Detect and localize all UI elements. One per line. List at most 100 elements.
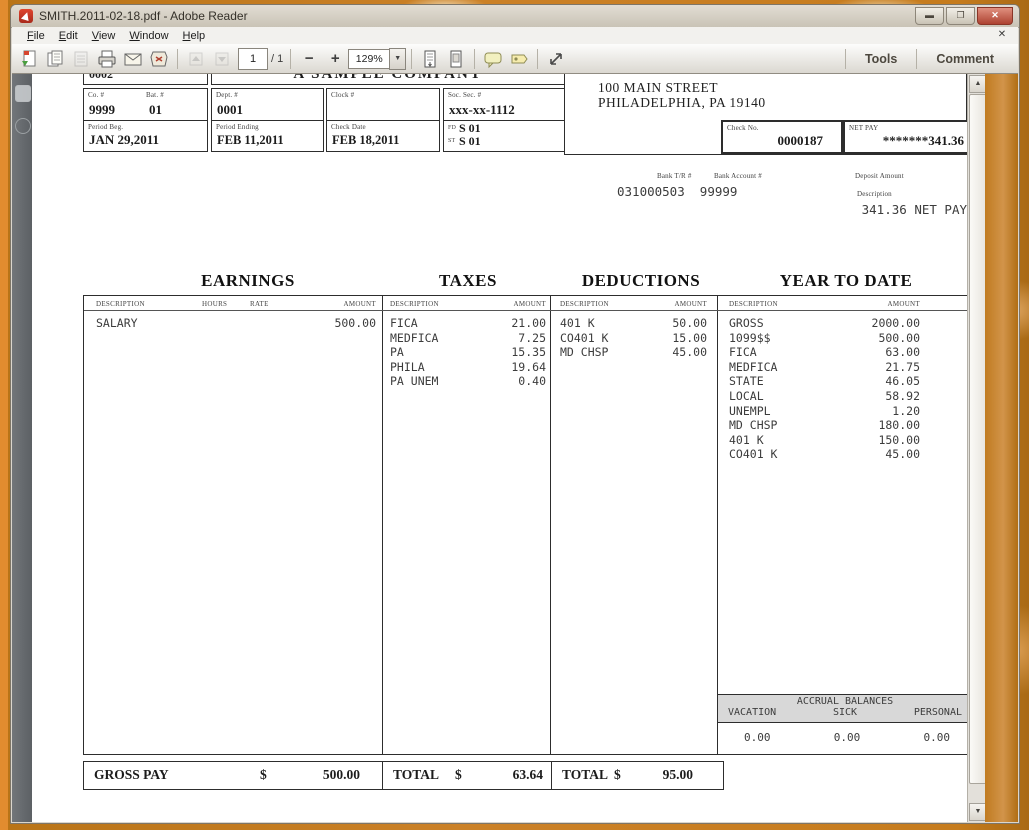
ytd-rows: GROSS2000.00 1099$$500.00 FICA63.00 MEDF… <box>729 316 920 462</box>
close-icon[interactable]: ✕ <box>977 7 1013 25</box>
table-row: CO401 K45.00 <box>729 447 920 462</box>
accrual-col-sick: SICK <box>833 707 857 718</box>
gross-pay-total: GROSS PAY $ 500.00 <box>84 762 382 789</box>
print-icon[interactable] <box>95 47 119 71</box>
earnings-hours-header: HOURS <box>202 300 227 308</box>
table-row: MD CHSP45.00 <box>560 345 707 360</box>
zoom-level-value[interactable]: 129% <box>348 49 389 69</box>
bank-account-value: 99999 <box>700 184 738 199</box>
ytd-desc-header: DESCRIPTION <box>729 300 778 308</box>
deductions-total-value: 95.00 <box>663 767 693 783</box>
filing-status-box: FD S 01 ST S 01 <box>443 120 566 152</box>
accrual-title: ACCRUAL BALANCES <box>718 695 967 707</box>
menu-bar: File Edit View Window Help ✕ <box>12 27 1018 45</box>
page-scrolling-icon[interactable] <box>418 47 442 71</box>
save-copy-icon[interactable] <box>69 47 93 71</box>
taxes-total-value: 63.64 <box>513 767 543 783</box>
email-icon[interactable] <box>121 47 145 71</box>
ssn-box: Soc. Sec. # xxx-xx-1112 <box>443 88 566 122</box>
single-page-icon[interactable] <box>444 47 468 71</box>
deductions-rows: 401 K50.00 CO401 K15.00 MD CHSP45.00 <box>560 316 707 360</box>
accrual-balances: ACCRUAL BALANCES VACATION SICK PERSONAL … <box>718 694 967 755</box>
comment-button[interactable]: Comment <box>922 49 1008 69</box>
share-icon[interactable] <box>544 47 568 71</box>
table-row: FICA63.00 <box>729 345 920 360</box>
close-document-icon[interactable]: ✕ <box>995 29 1009 40</box>
zoom-in-icon[interactable]: + <box>323 47 347 71</box>
taxes-title: TAXES <box>368 271 568 291</box>
description-label: Description <box>857 190 892 198</box>
highlight-text-icon[interactable] <box>507 47 531 71</box>
period-begin-label: Period Beg. <box>88 123 123 131</box>
zoom-out-icon[interactable]: − <box>297 47 321 71</box>
taxes-desc-header: DESCRIPTION <box>390 300 439 308</box>
address-line-1: 100 MAIN STREET <box>598 80 718 96</box>
tools-button[interactable]: Tools <box>851 49 911 69</box>
minimize-icon[interactable]: ▬ <box>915 7 944 25</box>
toolbar: / 1 − + 129% ▼ Tools Comment <box>12 44 1018 74</box>
navigation-pane <box>12 74 32 822</box>
stub-company-name: A SAMPLE COMPANY <box>293 74 482 82</box>
table-row: GROSS2000.00 <box>729 316 920 331</box>
save-icon[interactable] <box>43 47 67 71</box>
check-number-box: Check No. 0000187 <box>721 120 843 154</box>
totals-row: GROSS PAY $ 500.00 TOTAL $ 63.64 TOTAL $… <box>83 761 724 790</box>
accrual-col-vacation: VACATION <box>728 707 776 718</box>
sticky-note-icon[interactable] <box>481 47 505 71</box>
menu-help[interactable]: Help <box>176 29 213 43</box>
desktop-edge-strip <box>985 74 1018 822</box>
menu-view[interactable]: View <box>85 29 123 43</box>
adobe-reader-icon <box>19 9 33 23</box>
menu-edit[interactable]: Edit <box>52 29 85 43</box>
menu-window[interactable]: Window <box>122 29 175 43</box>
deposit-info: Deposit Amount Description 341.36 NET PA… <box>827 165 967 217</box>
bank-account-label: Bank Account # <box>714 172 762 180</box>
net-pay-label: NET PAY <box>849 124 878 132</box>
attachments-icon[interactable] <box>15 118 31 134</box>
divider-deductions-ytd <box>717 296 718 754</box>
batch-value: 01 <box>149 102 162 118</box>
table-row: CO401 K15.00 <box>560 331 707 346</box>
page-number-input[interactable] <box>238 48 268 70</box>
gross-pay-value: 500.00 <box>323 767 360 783</box>
earnings-rate-header: RATE <box>250 300 269 308</box>
co-value: 9999 <box>89 102 115 118</box>
clock-box: Clock # <box>326 88 440 122</box>
title-bar[interactable]: SMITH.2011-02-18.pdf - Adobe Reader ▬ ❐ … <box>11 5 1019 28</box>
taxes-total: TOTAL $ 63.64 <box>382 762 551 789</box>
gross-pay-label: GROSS PAY <box>94 767 169 783</box>
earnings-desc-header: DESCRIPTION <box>96 300 145 308</box>
detail-table: DESCRIPTION HOURS RATE AMOUNT DESCRIPTIO… <box>83 295 967 755</box>
check-date-box: Check Date FEB 18,2011 <box>326 120 440 152</box>
gross-pay-currency: $ <box>260 767 267 783</box>
zoom-dropdown-icon[interactable]: ▼ <box>389 48 406 70</box>
ytd-title: YEAR TO DATE <box>746 271 946 291</box>
table-row: MEDFICA21.75 <box>729 360 920 375</box>
maximize-icon[interactable]: ❐ <box>946 7 975 25</box>
net-pay-box: NET PAY *******341.36 <box>843 120 967 154</box>
previous-page-icon[interactable] <box>184 47 208 71</box>
menu-file[interactable]: File <box>20 29 52 43</box>
deposit-amount-label: Deposit Amount <box>855 172 904 180</box>
stamp-icon[interactable] <box>147 47 171 71</box>
window-title: SMITH.2011-02-18.pdf - Adobe Reader <box>39 9 248 23</box>
accrual-col-personal: PERSONAL <box>914 707 962 718</box>
open-icon[interactable] <box>17 47 41 71</box>
table-row: 401 K50.00 <box>560 316 707 331</box>
taxes-rows: FICA21.00 MEDFICA7.25 PA15.35 PHILA19.64… <box>390 316 546 389</box>
table-row: PA15.35 <box>390 345 546 360</box>
earnings-rows: SALARY500.00 <box>96 316 376 331</box>
batch-label: Bat. # <box>146 91 164 99</box>
clock-label: Clock # <box>331 91 354 99</box>
next-page-icon[interactable] <box>210 47 234 71</box>
earnings-amount-header: AMOUNT <box>314 300 376 308</box>
check-date-label: Check Date <box>331 123 366 131</box>
state-status-label: ST <box>448 138 455 144</box>
table-row: SALARY500.00 <box>96 316 376 331</box>
dept-box: Dept. # 0001 <box>211 88 324 122</box>
page-thumbnails-icon[interactable] <box>15 85 31 102</box>
net-pay-value: *******341.36 <box>883 133 964 149</box>
header-underline <box>84 310 967 311</box>
table-row: PA UNEM0.40 <box>390 374 546 389</box>
description-value: NET PAY <box>914 202 967 217</box>
